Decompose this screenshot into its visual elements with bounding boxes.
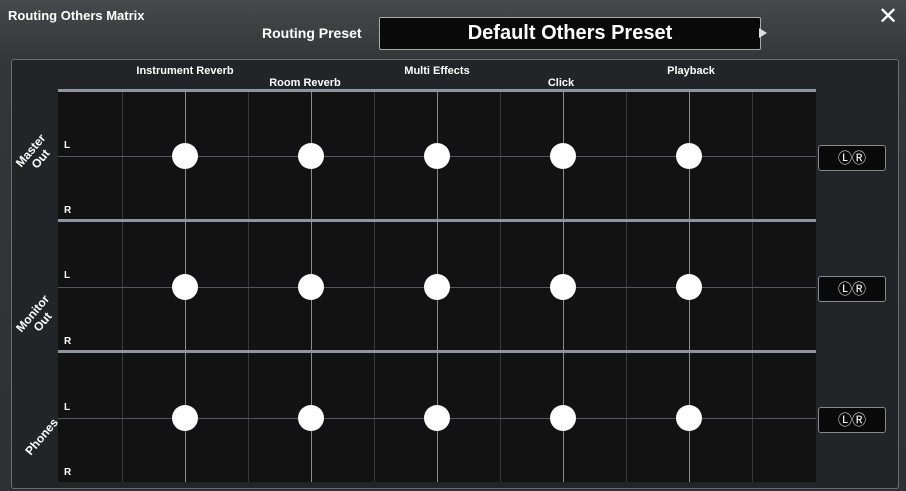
routing-preset-selector[interactable]: Default Others Preset [379, 17, 761, 50]
left-channel-label: L [64, 140, 71, 151]
routing-node-master-instrument-reverb[interactable] [172, 143, 198, 169]
routing-node-master-multi-effects[interactable] [424, 143, 450, 169]
routing-node-monitor-playback[interactable] [676, 274, 702, 300]
routing-node-monitor-multi-effects[interactable] [424, 274, 450, 300]
routing-node-phones-playback[interactable] [676, 405, 702, 431]
block-separator [58, 219, 816, 222]
right-channel-label: R [64, 205, 72, 216]
phones-lr-button[interactable]: ⓁⓇ [818, 407, 886, 433]
routing-node-master-click[interactable] [550, 143, 576, 169]
column-header-instrument-reverb: Instrument Reverb [136, 65, 234, 77]
routing-preset-label: Routing Preset [262, 25, 362, 41]
master-lr-button[interactable]: ⓁⓇ [818, 145, 886, 171]
grid-line [500, 90, 501, 482]
routing-matrix-window: Routing Others Matrix ✕ Routing Preset D… [0, 0, 906, 491]
left-channel-label: L [64, 402, 71, 413]
column-header-playback: Playback [667, 65, 715, 77]
routing-node-master-playback[interactable] [676, 143, 702, 169]
window-title: Routing Others Matrix [8, 8, 145, 23]
right-channel-label: R [64, 467, 72, 478]
left-channel-label: L [64, 270, 71, 281]
column-header-click: Click [547, 77, 575, 89]
routing-node-monitor-instrument-reverb[interactable] [172, 274, 198, 300]
preset-arrow-icon[interactable] [759, 28, 767, 38]
column-header-room-reverb: Room Reverb [269, 77, 341, 89]
block-separator [58, 89, 816, 92]
routing-node-phones-multi-effects[interactable] [424, 405, 450, 431]
right-channel-label: R [64, 336, 72, 347]
grid-line [374, 90, 375, 482]
routing-node-phones-click[interactable] [550, 405, 576, 431]
routing-node-phones-room-reverb[interactable] [298, 405, 324, 431]
routing-node-monitor-click[interactable] [550, 274, 576, 300]
monitor-lr-button[interactable]: ⓁⓇ [818, 276, 886, 302]
routing-node-phones-instrument-reverb[interactable] [172, 405, 198, 431]
grid-line [248, 90, 249, 482]
block-separator [58, 350, 816, 353]
close-icon[interactable]: ✕ [878, 5, 898, 29]
grid-line [752, 90, 753, 482]
routing-node-monitor-room-reverb[interactable] [298, 274, 324, 300]
column-header-multi-effects: Multi Effects [404, 65, 470, 77]
routing-node-master-room-reverb[interactable] [298, 143, 324, 169]
grid-line [122, 90, 123, 482]
grid-line [626, 90, 627, 482]
